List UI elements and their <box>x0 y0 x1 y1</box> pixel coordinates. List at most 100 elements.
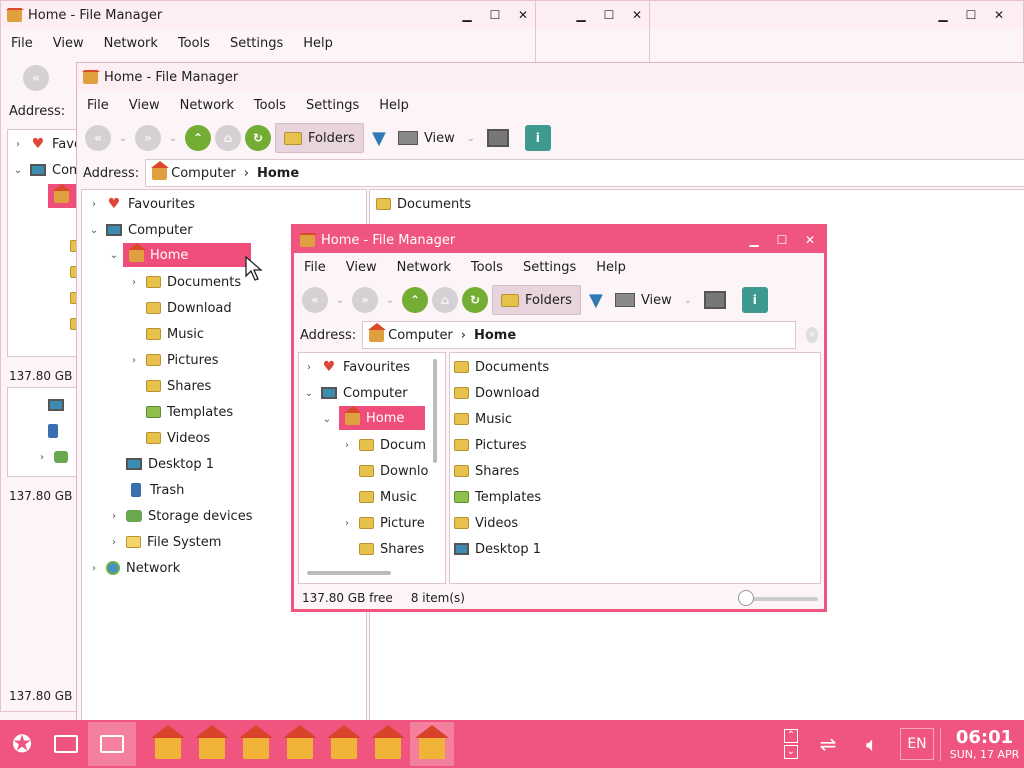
file-item-music[interactable]: Music <box>475 412 512 427</box>
tree-item-computer[interactable]: Computer <box>343 386 408 401</box>
breadcrumb-computer[interactable]: Computer <box>171 166 236 181</box>
menu-view[interactable]: View <box>119 98 170 113</box>
maximize-button[interactable]: ☐ <box>481 1 509 29</box>
close-button[interactable]: ✕ <box>623 1 651 29</box>
menu-tools[interactable]: Tools <box>168 36 220 51</box>
menu-tools[interactable]: Tools <box>244 98 296 113</box>
menu-file[interactable]: File <box>1 36 43 51</box>
close-button[interactable]: ✕ <box>796 227 824 254</box>
tree-item-download[interactable]: Download <box>167 301 232 316</box>
menu-help[interactable]: Help <box>293 36 343 51</box>
address-breadcrumb[interactable]: Computer › Home <box>145 159 1024 187</box>
menu-settings[interactable]: Settings <box>296 98 369 113</box>
expand-arrow-icon[interactable]: › <box>341 440 353 451</box>
taskbar-app-3[interactable] <box>234 722 278 766</box>
file-item-pictures[interactable]: Pictures <box>475 438 526 453</box>
expand-arrow-icon[interactable]: › <box>108 537 120 548</box>
home-nav-icon[interactable]: ⌂ <box>215 125 241 151</box>
expand-arrow-icon[interactable]: › <box>303 362 315 373</box>
language-indicator[interactable]: EN <box>900 728 934 760</box>
tree-vertical-scrollbar[interactable] <box>433 359 437 463</box>
tree-item-download[interactable]: Downlo <box>380 464 428 479</box>
info-icon[interactable]: i <box>741 287 768 313</box>
close-button[interactable]: ✕ <box>509 1 537 29</box>
file-item-download[interactable]: Download <box>475 386 540 401</box>
expand-arrow-icon[interactable]: › <box>128 355 140 366</box>
menu-view[interactable]: View <box>336 260 387 275</box>
collapse-arrow-icon[interactable]: ⌄ <box>88 225 100 236</box>
expand-arrow-icon[interactable]: › <box>88 563 100 574</box>
home-nav-icon[interactable]: ⌂ <box>432 287 458 313</box>
file-item-desktop[interactable]: Desktop 1 <box>475 542 541 557</box>
maximize-button[interactable]: ☐ <box>595 1 623 29</box>
minimize-button[interactable]: ▁ <box>929 1 957 29</box>
menu-view[interactable]: View <box>43 36 94 51</box>
up-icon[interactable]: ⌃ <box>185 125 211 151</box>
tree-item-network[interactable]: Network <box>126 561 180 576</box>
tree-item-home-selected[interactable] <box>48 183 78 208</box>
chevron-down-icon[interactable]: ⌄ <box>680 295 696 306</box>
usb-icon[interactable]: ⇌ <box>806 722 850 766</box>
menu-network[interactable]: Network <box>94 36 168 51</box>
tree-item-home-selected[interactable]: Home <box>123 242 251 267</box>
show-desktop-button[interactable] <box>44 722 88 766</box>
tree-item-favourites[interactable]: Favourites <box>343 360 410 375</box>
folders-toggle-button[interactable]: Folders <box>492 285 581 315</box>
tree-item-documents[interactable]: Docum <box>380 438 426 453</box>
expand-arrow-icon[interactable]: › <box>108 511 120 522</box>
forward-icon[interactable]: » <box>352 287 378 313</box>
close-button[interactable]: ✕ <box>985 1 1013 29</box>
tree-item-music[interactable]: Music <box>167 327 204 342</box>
minimize-button[interactable]: ▁ <box>567 1 595 29</box>
tree-item-trash[interactable]: Trash <box>150 483 184 498</box>
chevron-down-icon[interactable]: ⌄ <box>332 295 348 306</box>
forward-icon[interactable]: » <box>135 125 161 151</box>
collapse-arrow-icon[interactable]: ⌄ <box>108 250 120 261</box>
collapse-arrow-icon[interactable]: ⌄ <box>303 388 315 399</box>
new-window-icon[interactable] <box>486 129 509 147</box>
view-button[interactable]: View <box>611 293 676 308</box>
file-item-shares[interactable]: Shares <box>475 464 519 479</box>
tree-item-filesystem[interactable]: File System <box>147 535 221 550</box>
maximize-button[interactable]: ☐ <box>957 1 985 29</box>
expand-arrow-icon[interactable]: › <box>341 518 353 529</box>
info-icon[interactable]: i <box>524 125 551 151</box>
tree-item-home-selected[interactable]: Home <box>339 405 425 430</box>
back-icon[interactable]: « <box>302 287 328 313</box>
tree-item-favourites[interactable]: Favo <box>52 137 78 152</box>
expand-arrow-icon[interactable]: › <box>36 452 48 463</box>
tree-item-computer[interactable]: Computer <box>128 223 193 238</box>
chevron-down-icon[interactable]: ⌄ <box>784 745 798 759</box>
menu-settings[interactable]: Settings <box>513 260 586 275</box>
tree-item-music[interactable]: Music <box>380 490 417 505</box>
tree-item-computer[interactable]: Com <box>52 163 78 178</box>
tree-item-desktop[interactable]: Desktop 1 <box>148 457 214 472</box>
breadcrumb-home[interactable]: Home <box>257 166 299 181</box>
view-button[interactable]: View <box>394 131 459 146</box>
volume-icon[interactable]: 🔈︎ <box>850 722 894 766</box>
menu-help[interactable]: Help <box>586 260 636 275</box>
chevron-up-icon[interactable]: ⌃ <box>784 729 798 743</box>
mid-title-bar[interactable]: Home - File Manager <box>77 63 1024 91</box>
taskbar-app-7-active[interactable] <box>410 722 454 766</box>
chevron-down-icon[interactable]: ⌄ <box>382 295 398 306</box>
file-item-videos[interactable]: Videos <box>475 516 518 531</box>
tree-item-templates[interactable]: Templates <box>167 405 233 420</box>
taskbar-app-2[interactable] <box>190 722 234 766</box>
address-breadcrumb[interactable]: Computer › Home <box>362 321 797 349</box>
back-nav-icon[interactable]: « <box>23 65 49 91</box>
collapse-arrow-icon[interactable]: ⌄ <box>321 414 333 425</box>
file-item-templates[interactable]: Templates <box>475 490 541 505</box>
menu-help[interactable]: Help <box>369 98 419 113</box>
menu-file[interactable]: File <box>294 260 336 275</box>
menu-settings[interactable]: Settings <box>220 36 293 51</box>
chevron-down-icon[interactable]: ⌄ <box>165 133 181 144</box>
tree-item-favourites[interactable]: Favourites <box>128 197 195 212</box>
refresh-icon[interactable]: ↻ <box>462 287 488 313</box>
tree-item-pictures[interactable]: Picture <box>380 516 425 531</box>
up-icon[interactable]: ⌃ <box>402 287 428 313</box>
tree-item-storage[interactable]: Storage devices <box>148 509 252 524</box>
tree-item-videos[interactable]: Videos <box>167 431 210 446</box>
front-title-bar[interactable]: Home - File Manager ▁ ☐ ✕ <box>294 227 824 253</box>
taskbar-app-1[interactable] <box>146 722 190 766</box>
